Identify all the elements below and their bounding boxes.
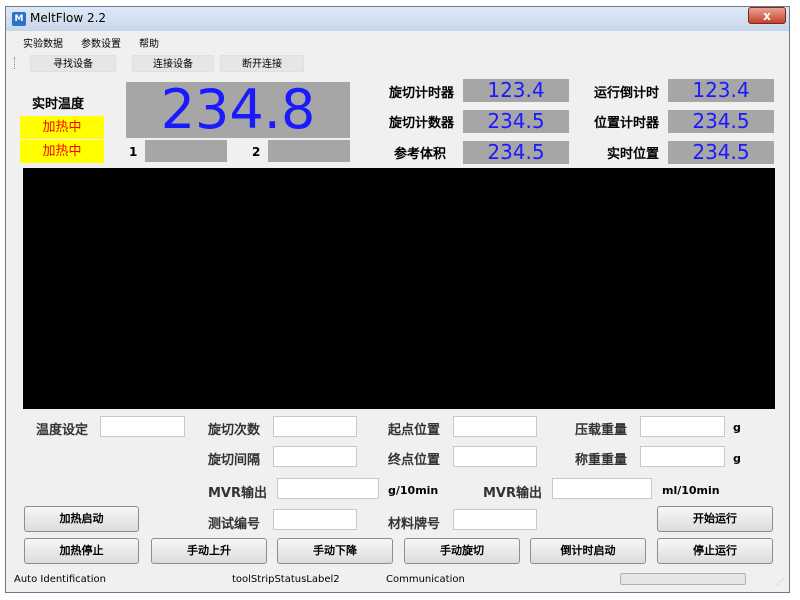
slot-2-label: 2 [252, 145, 261, 159]
cut-counter-label: 旋切计数器 [388, 116, 454, 131]
position-counter-label: 位置计时器 [593, 116, 659, 131]
weigh-weight-label: 称重重量 [575, 453, 628, 468]
cut-timer-value: 123.4 [463, 79, 569, 102]
test-number-label: 测试编号 [208, 517, 261, 532]
find-device-button[interactable]: 寻找设备 [30, 55, 116, 72]
mvr-output-label-2: MVR输出 [483, 486, 543, 501]
menu-help[interactable]: 帮助 [139, 35, 159, 50]
slot-1-display [145, 140, 227, 162]
test-number-input[interactable] [273, 509, 357, 530]
position-counter-value: 234.5 [668, 110, 774, 133]
manual-cut-button[interactable]: 手动旋切 [404, 538, 520, 564]
menu-experiment-data[interactable]: 实验数据 [23, 35, 63, 50]
mvr-output-unit-1: g/10min [388, 484, 439, 497]
chart-area [23, 168, 775, 409]
real-position-value: 234.5 [668, 141, 774, 164]
cut-timer-label: 旋切计时器 [388, 86, 454, 101]
heat-start-button[interactable]: 加热启动 [24, 506, 139, 532]
countdown-start-button[interactable]: 倒计时启动 [530, 538, 646, 564]
start-position-label: 起点位置 [388, 423, 441, 438]
status-auto-identification: Auto Identification [14, 574, 106, 585]
temperature-display: 234.8 [126, 82, 350, 138]
app-icon: M [12, 12, 26, 26]
manual-up-button[interactable]: 手动上升 [151, 538, 267, 564]
slot-1-label: 1 [129, 145, 138, 159]
status-label-2: toolStripStatusLabel2 [232, 574, 340, 585]
heat-stop-button[interactable]: 加热停止 [24, 538, 139, 564]
mvr-output-input-2[interactable] [552, 478, 652, 499]
end-position-label: 终点位置 [388, 453, 441, 468]
load-weight-input[interactable] [640, 416, 725, 437]
cut-times-label: 旋切次数 [208, 423, 261, 438]
start-position-input[interactable] [453, 416, 537, 437]
cut-interval-label: 旋切间隔 [208, 453, 261, 468]
stop-run-button[interactable]: 停止运行 [657, 538, 773, 564]
mvr-output-input-1[interactable] [277, 478, 379, 499]
weigh-weight-input[interactable] [640, 446, 725, 467]
close-button[interactable]: x [748, 7, 786, 24]
manual-down-button[interactable]: 手动下降 [277, 538, 393, 564]
title-bar[interactable] [6, 7, 789, 31]
load-weight-label: 压载重量 [575, 423, 628, 438]
ref-volume-value: 234.5 [463, 141, 569, 164]
window-title: MeltFlow 2.2 [30, 11, 107, 25]
real-position-label: 实时位置 [606, 147, 659, 162]
weigh-weight-unit: g [733, 452, 741, 465]
cut-times-input[interactable] [273, 416, 357, 437]
temp-setting-label: 温度设定 [36, 423, 89, 438]
ref-volume-label: 参考体积 [393, 147, 446, 162]
status-communication: Communication [386, 574, 465, 585]
slot-2-display [268, 140, 350, 162]
resize-grip-icon[interactable]: ⋰ [776, 578, 784, 586]
connect-device-button[interactable]: 连接设备 [132, 55, 214, 72]
toolbar-grip [14, 57, 17, 69]
disconnect-button[interactable]: 断开连接 [220, 55, 304, 72]
load-weight-unit: g [733, 421, 741, 434]
realtime-temp-label: 实时温度 [32, 97, 85, 112]
heating-status-2: 加热中 [20, 140, 104, 163]
mvr-output-unit-2: ml/10min [662, 484, 720, 497]
mvr-output-label-1: MVR输出 [208, 486, 268, 501]
countdown-value: 123.4 [668, 79, 774, 102]
temp-setting-input[interactable] [100, 416, 185, 437]
heating-status-1: 加热中 [20, 116, 104, 139]
end-position-input[interactable] [453, 446, 537, 467]
material-grade-input[interactable] [453, 509, 537, 530]
material-grade-label: 材料牌号 [388, 517, 441, 532]
cut-interval-input[interactable] [273, 446, 357, 467]
menu-parameter-settings[interactable]: 参数设置 [81, 35, 121, 50]
status-progress-bar [620, 573, 746, 585]
countdown-label: 运行倒计时 [593, 86, 659, 101]
start-run-button[interactable]: 开始运行 [657, 506, 773, 532]
cut-counter-value: 234.5 [463, 110, 569, 133]
